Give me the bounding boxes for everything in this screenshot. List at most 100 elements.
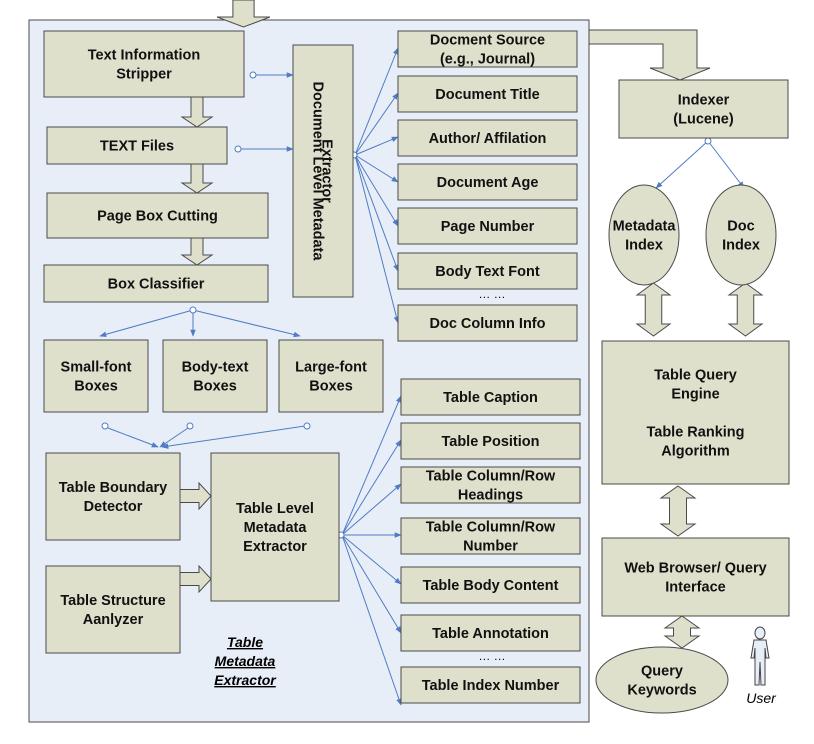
node-label: Indexer <box>678 93 730 109</box>
node-body-font: Body Text Font <box>397 252 578 290</box>
ellipsis-table: … … <box>478 649 505 663</box>
node-shape <box>595 646 729 714</box>
node-label: Document Title <box>435 87 539 103</box>
node-table-extractor: Table Level Metadata Extractor <box>210 452 340 602</box>
node-label: Metadata <box>244 520 308 536</box>
double-arrow-icon <box>727 282 764 337</box>
container-label-line: Metadata <box>215 653 276 669</box>
double-arrow-icon <box>635 282 672 337</box>
node-label: Stripper <box>116 67 172 83</box>
node-browser: Web Browser/ Query Interface <box>601 537 790 617</box>
node-meta-index: Metadata Index <box>608 184 680 286</box>
node-label: Page Number <box>441 219 535 235</box>
node-label: Interface <box>665 580 725 596</box>
node-shape <box>278 339 384 413</box>
node-shape <box>45 452 181 541</box>
node-indexer: Indexer (Lucene) <box>618 79 789 139</box>
node-shape <box>618 79 789 139</box>
double-arrow-icon <box>659 485 697 537</box>
node-t-index: Table Index Number <box>400 666 581 704</box>
ellipsis-doc: … … <box>478 287 505 301</box>
node-label: Detector <box>84 499 143 515</box>
node-label: Algorithm <box>661 444 729 460</box>
connector-dot <box>189 306 197 314</box>
node-body-text: Body-text Boxes <box>162 339 268 413</box>
node-doc-age: Document Age <box>397 163 578 201</box>
node-label: Index <box>722 238 760 254</box>
metadata-to-indexer-arrow <box>588 29 711 81</box>
node-label: Document Age <box>437 175 539 191</box>
node-doc-index: Doc Index <box>705 184 777 286</box>
node-label: Page Box Cutting <box>97 209 218 225</box>
node-shape <box>608 184 680 286</box>
node-shape <box>601 537 790 617</box>
node-author: Author/ Affilation <box>397 119 578 157</box>
node-stripper: Text Information Stripper <box>43 30 245 98</box>
node-label: TEXT Files <box>100 139 174 155</box>
node-label: Extractor <box>319 139 335 203</box>
connector-line <box>707 140 745 189</box>
node-shape <box>43 339 149 413</box>
node-label: Table Index Number <box>422 678 560 694</box>
node-t-caption: Table Caption <box>400 378 581 416</box>
connector-dot <box>704 137 712 145</box>
node-shape <box>601 340 790 485</box>
node-label: Body-text <box>182 360 249 376</box>
node-label: Large-font <box>295 360 367 376</box>
connector-dot <box>101 422 109 430</box>
connector-dot <box>186 422 194 430</box>
node-doc-title: Document Title <box>397 75 578 113</box>
node-doc-extractor: Document Level MetadataExtractor <box>292 44 354 298</box>
node-label: Small-font <box>61 360 132 376</box>
node-label: Extractor <box>243 539 307 555</box>
user-label: User <box>746 690 777 706</box>
node-label: (e.g., Journal) <box>440 52 535 68</box>
node-label: Table Position <box>441 434 539 450</box>
connector-dot <box>303 422 311 430</box>
node-t-number: Table Column/Row Number <box>400 517 581 555</box>
node-t-headings: Table Column/Row Headings <box>400 466 581 504</box>
node-label: Table Column/Row <box>426 469 556 485</box>
node-t-position: Table Position <box>400 422 581 460</box>
node-doc-column: Doc Column Info <box>397 304 578 342</box>
node-structure: Table Structure Aanlyzer <box>45 565 181 654</box>
node-label: Boxes <box>74 379 118 395</box>
node-label: (Lucene) <box>673 112 734 128</box>
connector-dot <box>249 71 257 79</box>
node-label: Doc <box>727 219 754 235</box>
node-label: Text Information <box>88 48 201 64</box>
node-doc-source: Docment Source (e.g., Journal) <box>397 30 578 68</box>
node-label: Engine <box>671 387 719 403</box>
node-t-annotation: Table Annotation <box>400 614 581 652</box>
node-shape <box>705 184 777 286</box>
node-shape <box>45 565 181 654</box>
node-label: Table Boundary <box>59 480 168 496</box>
node-boundary: Table Boundary Detector <box>45 452 181 541</box>
node-page-box: Page Box Cutting <box>46 192 269 239</box>
node-label: Metadata <box>613 219 677 235</box>
node-label: Table Column/Row <box>426 520 556 536</box>
node-label: Keywords <box>627 683 696 699</box>
node-page-number: Page Number <box>397 207 578 245</box>
node-text-files: TEXT Files <box>46 126 228 165</box>
node-label: Web Browser/ Query <box>624 561 766 577</box>
person-icon <box>750 626 770 686</box>
double-arrow-icon <box>663 615 701 649</box>
node-label: Docment Source <box>430 33 545 49</box>
node-keywords: Query Keywords <box>595 646 729 714</box>
node-shape <box>43 30 245 98</box>
node-engine: Table Query Engine Table Ranking Algorithm <box>601 340 790 485</box>
node-label: Boxes <box>309 379 353 395</box>
node-label: Headings <box>458 488 523 504</box>
node-label: Table Body Content <box>423 578 559 594</box>
node-label: Box Classifier <box>108 277 205 293</box>
node-label: Table Structure <box>60 593 165 609</box>
node-label: Table Annotation <box>432 626 549 642</box>
node-label: Query <box>641 664 683 680</box>
connector-line <box>655 140 709 189</box>
node-label: Index <box>625 238 663 254</box>
node-t-body: Table Body Content <box>400 566 581 604</box>
node-label: Table Level <box>236 501 314 517</box>
connector-dot <box>234 145 242 153</box>
node-label: Body Text Font <box>435 264 540 280</box>
